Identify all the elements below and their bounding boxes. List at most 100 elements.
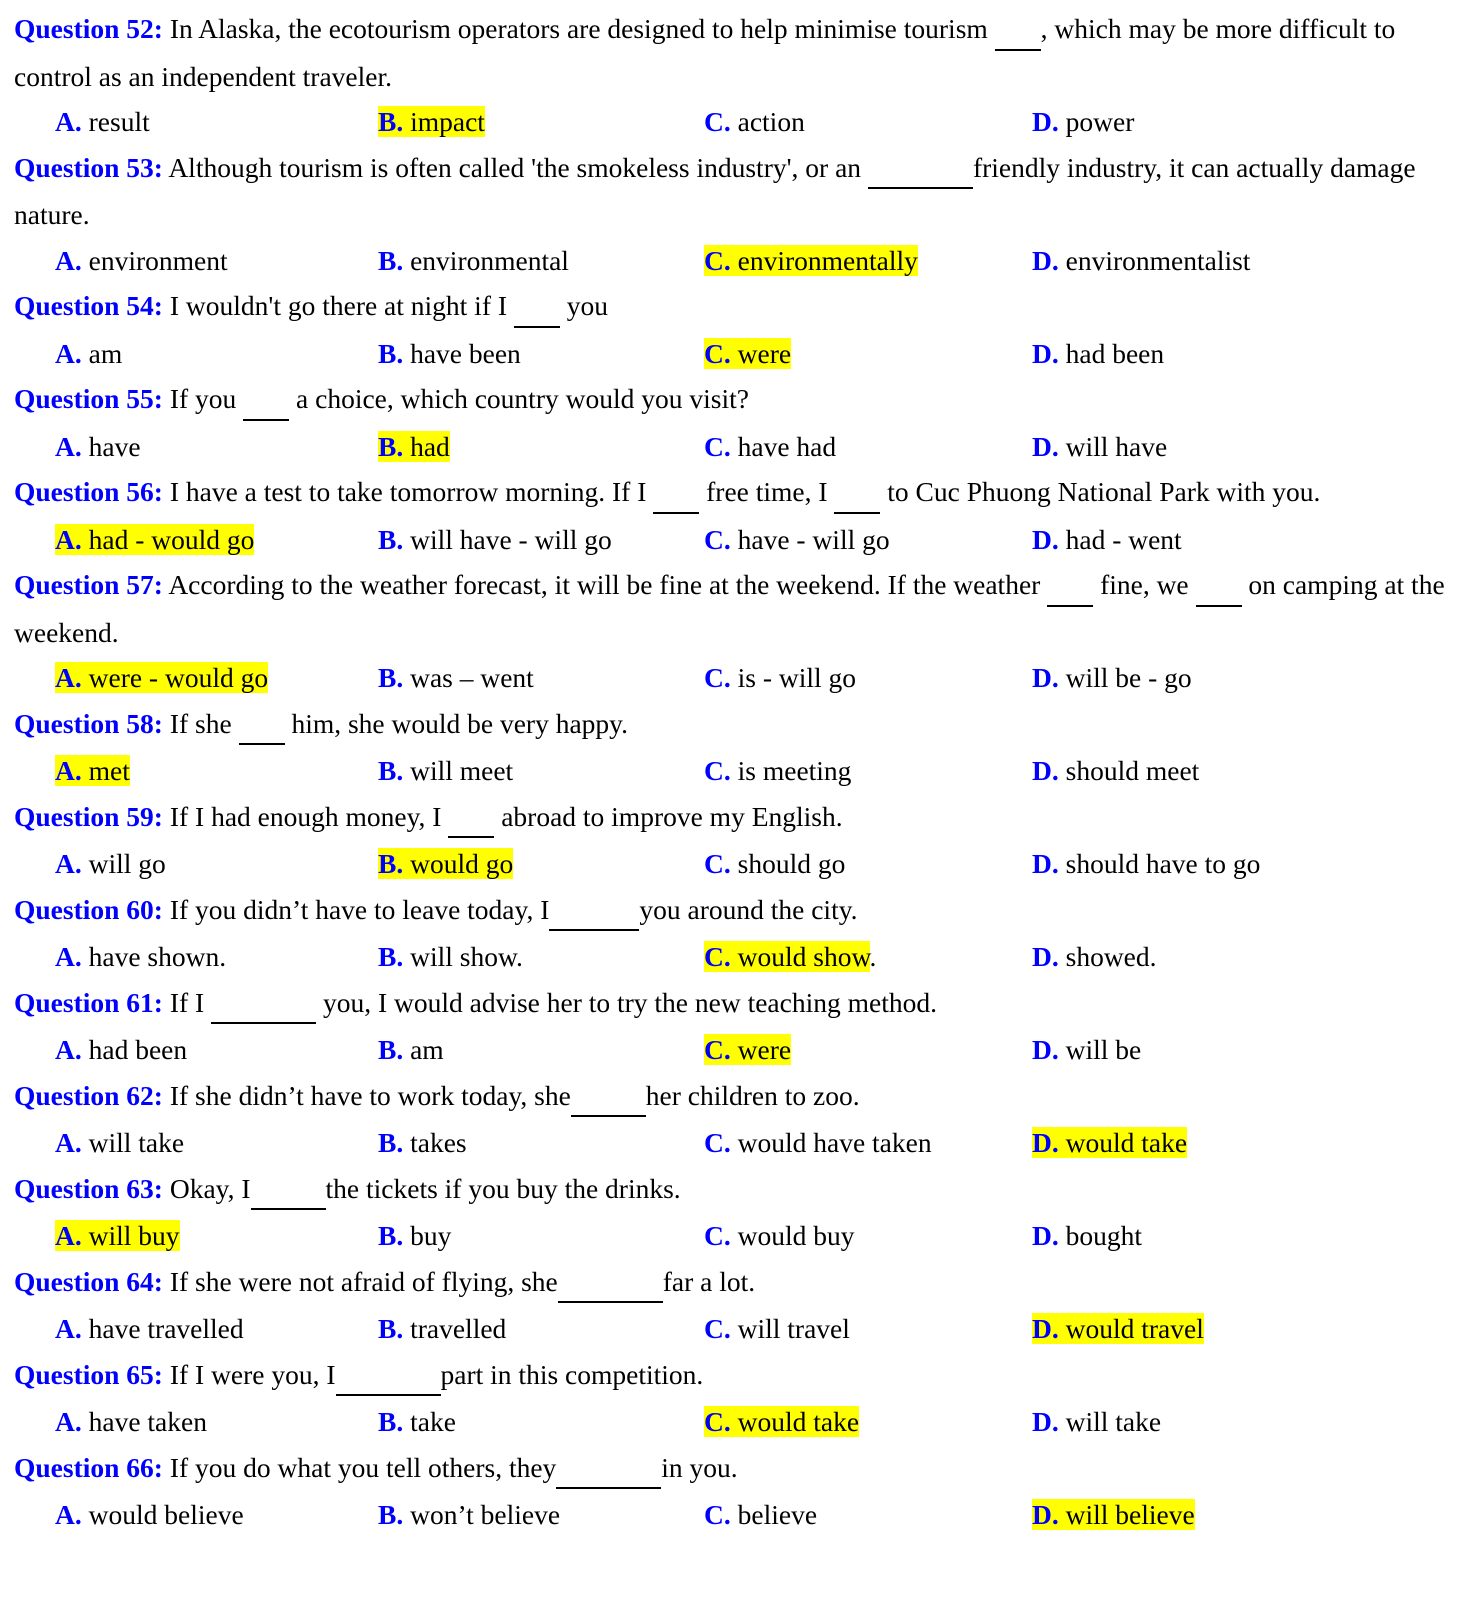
option-a[interactable]: A. have bbox=[55, 424, 141, 470]
option-b[interactable]: B. won’t believe bbox=[378, 1492, 560, 1538]
option-c[interactable]: C. environmentally bbox=[704, 238, 918, 284]
option-b[interactable]: B. take bbox=[378, 1399, 456, 1445]
option-d[interactable]: D. bought bbox=[1032, 1213, 1142, 1259]
question-block: Question 57: According to the weather fo… bbox=[14, 562, 1458, 701]
option-text: have - will go bbox=[730, 523, 890, 555]
option-b[interactable]: B. am bbox=[378, 1027, 444, 1073]
option-c[interactable]: C. would show. bbox=[704, 934, 876, 980]
question-text: you around the city. bbox=[639, 893, 858, 925]
option-d[interactable]: D. will believe bbox=[1032, 1492, 1195, 1538]
option-a[interactable]: A. am bbox=[55, 331, 122, 377]
answer-blank bbox=[335, 1349, 441, 1396]
option-c[interactable]: C. were bbox=[704, 331, 792, 377]
option-a[interactable]: A. have shown. bbox=[55, 934, 226, 980]
option-letter: B. bbox=[378, 244, 404, 276]
question-label: Question 56: bbox=[14, 476, 163, 507]
option-d[interactable]: D. had - went bbox=[1032, 517, 1182, 563]
option-letter: D. bbox=[1032, 1406, 1059, 1437]
option-c[interactable]: C. action bbox=[704, 99, 805, 145]
option-a[interactable]: A. will take bbox=[55, 1120, 184, 1166]
answer-blank bbox=[1047, 559, 1094, 607]
option-c[interactable]: C. is - will go bbox=[704, 655, 856, 701]
option-text: have bbox=[81, 430, 141, 462]
option-c[interactable]: C. should go bbox=[704, 841, 845, 887]
option-content: A. result bbox=[55, 106, 150, 137]
option-content: C. is - will go bbox=[704, 662, 856, 693]
option-text: takes bbox=[403, 1127, 467, 1158]
option-text: were bbox=[730, 337, 792, 369]
option-c[interactable]: C. have - will go bbox=[704, 517, 890, 563]
option-a[interactable]: A. had been bbox=[55, 1027, 187, 1073]
option-d[interactable]: D. will be - go bbox=[1032, 655, 1192, 701]
option-c[interactable]: C. would take bbox=[704, 1399, 860, 1445]
option-a[interactable]: A. have travelled bbox=[55, 1306, 244, 1352]
option-d[interactable]: D. will be bbox=[1032, 1027, 1141, 1073]
option-d[interactable]: D. would travel bbox=[1032, 1306, 1204, 1352]
option-d[interactable]: D. had been bbox=[1032, 331, 1164, 377]
options-row: A. am B. have been C. were D. had been bbox=[14, 331, 1458, 377]
option-content: D. would take bbox=[1032, 1127, 1188, 1158]
option-text: buy bbox=[403, 1220, 452, 1251]
option-b[interactable]: B. takes bbox=[378, 1120, 467, 1166]
option-b[interactable]: B. have been bbox=[378, 331, 521, 377]
option-b[interactable]: B. will have - will go bbox=[378, 517, 612, 563]
options-row: A. will buy B. buy C. would buy D. bought bbox=[14, 1213, 1458, 1259]
option-content: D. showed. bbox=[1032, 941, 1157, 972]
option-d[interactable]: D. showed. bbox=[1032, 934, 1157, 980]
option-text: would travel bbox=[1058, 1313, 1204, 1344]
question-block: Question 61: If I you, I would advise he… bbox=[14, 980, 1458, 1073]
option-d[interactable]: D. should meet bbox=[1032, 748, 1199, 794]
option-b[interactable]: B. had bbox=[378, 424, 450, 470]
option-b[interactable]: B. impact bbox=[378, 99, 485, 145]
option-content: D. had - went bbox=[1032, 524, 1182, 555]
option-letter: B. bbox=[378, 1499, 404, 1530]
option-b[interactable]: B. environmental bbox=[378, 238, 569, 284]
option-text: travelled bbox=[403, 1313, 507, 1344]
option-b[interactable]: B. will show. bbox=[378, 934, 523, 980]
option-letter: D. bbox=[1032, 337, 1059, 369]
question-block: Question 65: If I were you, I part in th… bbox=[14, 1352, 1458, 1445]
option-c[interactable]: C. have had bbox=[704, 424, 836, 470]
option-d[interactable]: D. will have bbox=[1032, 424, 1167, 470]
option-a[interactable]: A. result bbox=[55, 99, 150, 145]
option-c[interactable]: C. would buy bbox=[704, 1213, 855, 1259]
option-letter: B. bbox=[378, 1034, 404, 1065]
question-stem: Question 57: According to the weather fo… bbox=[14, 562, 1458, 655]
answer-blank bbox=[1195, 559, 1242, 607]
option-a[interactable]: A. were - would go bbox=[55, 655, 269, 701]
option-b[interactable]: B. buy bbox=[378, 1213, 451, 1259]
option-d[interactable]: D. environmentalist bbox=[1032, 238, 1250, 284]
question-text: If she didn’t have to work today, she bbox=[162, 1079, 571, 1111]
option-c[interactable]: C. would have taken bbox=[704, 1120, 932, 1166]
option-a[interactable]: A. had - would go bbox=[55, 517, 255, 563]
option-a[interactable]: A. have taken bbox=[55, 1399, 207, 1445]
option-b[interactable]: B. was – went bbox=[378, 655, 534, 701]
option-a[interactable]: A. will go bbox=[55, 841, 166, 887]
option-d[interactable]: D. would take bbox=[1032, 1120, 1188, 1166]
option-d[interactable]: D. should have to go bbox=[1032, 841, 1260, 887]
option-text: will go bbox=[81, 848, 166, 879]
option-b[interactable]: B. would go bbox=[378, 841, 514, 887]
option-c[interactable]: C. will travel bbox=[704, 1306, 850, 1352]
option-a[interactable]: A. will buy bbox=[55, 1213, 180, 1259]
option-d[interactable]: D. power bbox=[1032, 99, 1134, 145]
question-text: If she bbox=[162, 707, 239, 739]
option-letter: C. bbox=[704, 1499, 731, 1530]
question-label: Question 53: bbox=[14, 151, 163, 183]
option-letter: D. bbox=[1032, 244, 1059, 276]
option-b[interactable]: B. travelled bbox=[378, 1306, 506, 1352]
question-text: If I were you, I bbox=[162, 1358, 336, 1390]
option-c[interactable]: C. were bbox=[704, 1027, 792, 1073]
option-a[interactable]: A. met bbox=[55, 748, 130, 794]
question-stem: Question 56: I have a test to take tomor… bbox=[14, 469, 1458, 517]
option-c[interactable]: C. is meeting bbox=[704, 748, 851, 794]
option-a[interactable]: A. would believe bbox=[55, 1492, 244, 1538]
option-a[interactable]: A. environment bbox=[55, 238, 228, 284]
question-block: Question 59: If I had enough money, I ab… bbox=[14, 794, 1458, 887]
option-d[interactable]: D. will take bbox=[1032, 1399, 1161, 1445]
question-text: a choice, which country would you visit? bbox=[289, 383, 749, 414]
option-content: C. would buy bbox=[704, 1220, 855, 1251]
option-c[interactable]: C. believe bbox=[704, 1492, 817, 1538]
option-content: D. will be - go bbox=[1032, 662, 1192, 693]
option-b[interactable]: B. will meet bbox=[378, 748, 513, 794]
